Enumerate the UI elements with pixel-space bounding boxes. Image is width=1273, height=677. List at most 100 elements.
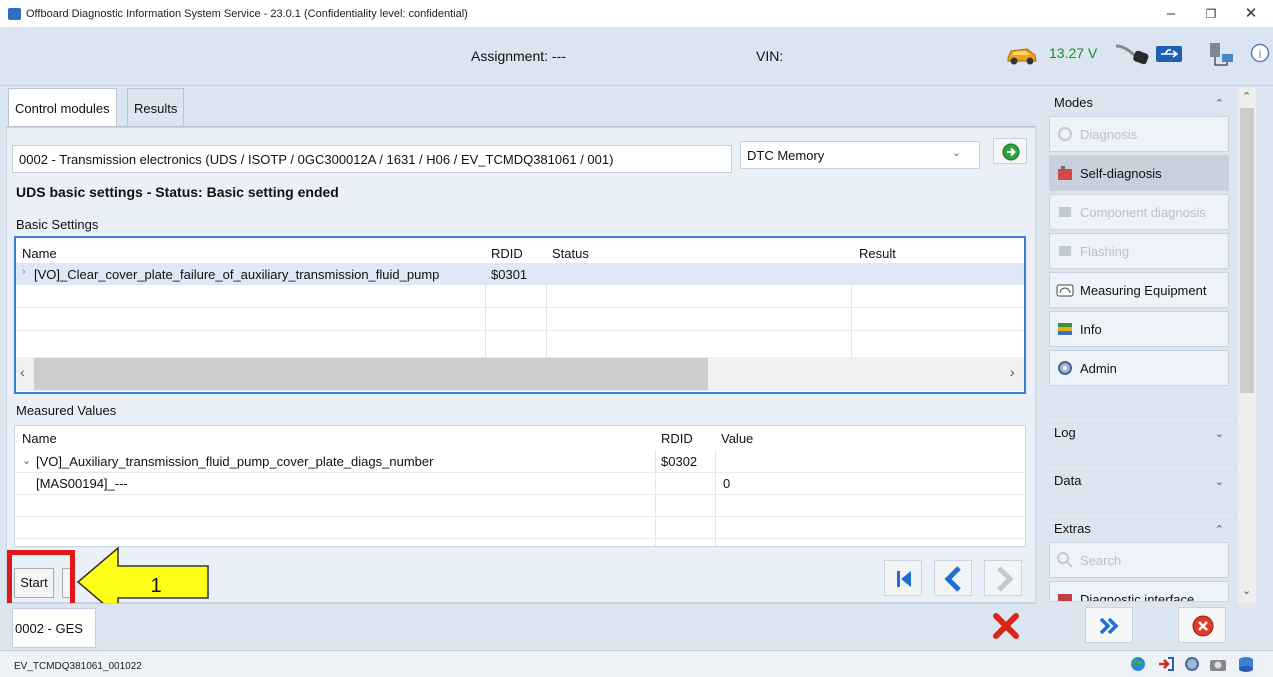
- log-section-header[interactable]: Log ⌄: [1048, 420, 1234, 448]
- row-divider: [16, 538, 1024, 539]
- annotation-highlight-box: [7, 550, 75, 610]
- column-header-status[interactable]: Status: [552, 246, 589, 261]
- scrollbar-thumb[interactable]: [34, 358, 708, 390]
- go-arrow-icon: [1002, 143, 1020, 161]
- column-divider: [715, 450, 716, 546]
- data-section-header[interactable]: Data ⌄: [1048, 468, 1234, 496]
- vehicle-icon: [1007, 48, 1037, 65]
- previous-button[interactable]: [934, 560, 972, 596]
- camera-icon[interactable]: [1208, 655, 1228, 673]
- minimize-button[interactable]: –: [1151, 2, 1191, 26]
- tab-control-modules[interactable]: Control modules: [8, 88, 117, 126]
- settings-icon[interactable]: [1182, 655, 1202, 673]
- globe-icon[interactable]: [1128, 655, 1148, 673]
- measured-value: 0: [723, 476, 731, 491]
- module-status-strip: [6, 603, 1036, 649]
- car-ecu-icon: [1058, 166, 1072, 180]
- arrow-left-icon: [944, 566, 961, 592]
- close-window-button[interactable]: ✕: [1231, 2, 1271, 26]
- stethoscope-icon: [1058, 127, 1072, 141]
- data-title: Data: [1054, 473, 1082, 488]
- tab-results[interactable]: Results: [127, 88, 185, 126]
- scroll-right-icon[interactable]: ›: [1010, 364, 1015, 380]
- vin-label: VIN:: [756, 48, 784, 64]
- admin-gear-icon: [1058, 361, 1072, 375]
- mode-label: Diagnosis: [1080, 127, 1138, 142]
- measured-values-title: Measured Values: [16, 403, 117, 418]
- scroll-up-icon[interactable]: ⌃: [1242, 90, 1251, 103]
- search-icon: [1057, 552, 1073, 568]
- column-divider: [655, 450, 656, 546]
- next-button[interactable]: [984, 560, 1022, 596]
- modes-title: Modes: [1054, 95, 1094, 110]
- row-divider: [16, 494, 1024, 495]
- mode-flashing[interactable]: Flashing: [1049, 233, 1229, 269]
- mode-info[interactable]: Info: [1049, 311, 1229, 347]
- module-description-field: 0002 - Transmission electronics (UDS / I…: [12, 145, 732, 173]
- flash-icon: [1059, 246, 1071, 256]
- gauge-icon: [1056, 284, 1074, 297]
- maximize-button[interactable]: ❐: [1191, 2, 1231, 26]
- status-file-label: EV_TCMDQ381061_001022: [14, 661, 142, 672]
- mode-label: Admin: [1080, 361, 1117, 376]
- modes-section-header[interactable]: Modes ⌃: [1048, 91, 1234, 119]
- extras-diagnostic-interface[interactable]: Diagnostic interface: [1049, 581, 1229, 602]
- network-icon: [1210, 43, 1233, 66]
- basic-setting-rdid: $0301: [491, 267, 528, 282]
- column-header-name[interactable]: Name: [22, 246, 57, 261]
- collapse-icon[interactable]: ⌃: [1215, 97, 1224, 110]
- component-icon: [1059, 207, 1071, 217]
- scroll-left-icon[interactable]: ‹: [20, 364, 25, 380]
- cancel-button[interactable]: [1178, 607, 1226, 643]
- row-divider: [16, 516, 1024, 517]
- column-header-rdid[interactable]: RDID: [661, 431, 693, 446]
- book-icon: [1058, 323, 1072, 335]
- usb-icon: [1156, 46, 1182, 62]
- mode-label: Measuring Equipment: [1080, 283, 1207, 298]
- database-icon[interactable]: [1236, 655, 1256, 673]
- status-bar: [0, 650, 1273, 677]
- measured-value-subname: [MAS00194]_---: [36, 476, 128, 491]
- extras-search[interactable]: Search: [1049, 542, 1229, 578]
- measured-value-rdid: $0302: [661, 454, 698, 469]
- measured-value-name: [VO]_Auxiliary_transmission_fluid_pump_c…: [36, 454, 434, 469]
- mode-measuring-equipment[interactable]: Measuring Equipment: [1049, 272, 1229, 308]
- mode-label: Flashing: [1080, 244, 1130, 259]
- skip-first-icon: [897, 571, 911, 587]
- logout-icon[interactable]: [1156, 655, 1176, 673]
- arrow-right-icon: [997, 566, 1014, 592]
- collapse-icon[interactable]: ⌃: [1215, 523, 1224, 536]
- column-header-result[interactable]: Result: [859, 246, 896, 261]
- double-chevron-right-icon: [1099, 617, 1119, 635]
- mode-label: Info: [1080, 322, 1102, 337]
- forward-button[interactable]: [1085, 607, 1133, 643]
- interface-icon: [1058, 594, 1072, 601]
- close-module-icon[interactable]: [988, 611, 1024, 641]
- row-divider: [16, 472, 1024, 473]
- column-header-name[interactable]: Name: [22, 431, 57, 446]
- mode-component-diagnosis[interactable]: Component diagnosis: [1049, 194, 1229, 230]
- scroll-down-icon[interactable]: ⌄: [1242, 584, 1251, 597]
- expand-icon[interactable]: ⌄: [1215, 427, 1224, 440]
- row-divider: [16, 330, 1024, 331]
- scrollbar-thumb[interactable]: [1240, 108, 1254, 393]
- chevron-right-icon[interactable]: ›: [22, 266, 26, 278]
- basic-setting-name: [VO]_Clear_cover_plate_failure_of_auxili…: [34, 267, 440, 282]
- column-header-value[interactable]: Value: [721, 431, 753, 446]
- extras-section-header[interactable]: Extras ⌃: [1048, 516, 1234, 544]
- column-header-rdid[interactable]: RDID: [491, 246, 523, 261]
- execute-button[interactable]: [993, 138, 1027, 164]
- info-icon[interactable]: i: [1250, 42, 1270, 64]
- expand-icon[interactable]: ⌄: [1215, 475, 1224, 488]
- mode-dropdown[interactable]: DTC Memory: [740, 141, 980, 169]
- measured-values-table[interactable]: [14, 425, 1026, 547]
- mode-self-diagnosis[interactable]: Self-diagnosis: [1049, 155, 1229, 191]
- sidebar-footer: [1043, 603, 1273, 649]
- row-divider: [16, 307, 1024, 308]
- mode-diagnosis[interactable]: Diagnosis: [1049, 116, 1229, 152]
- annotation-number: 1: [150, 575, 161, 597]
- chevron-down-icon[interactable]: ⌄: [22, 454, 31, 467]
- first-page-button[interactable]: [884, 560, 922, 596]
- mode-admin[interactable]: Admin: [1049, 350, 1229, 386]
- basic-settings-title: Basic Settings: [16, 217, 99, 232]
